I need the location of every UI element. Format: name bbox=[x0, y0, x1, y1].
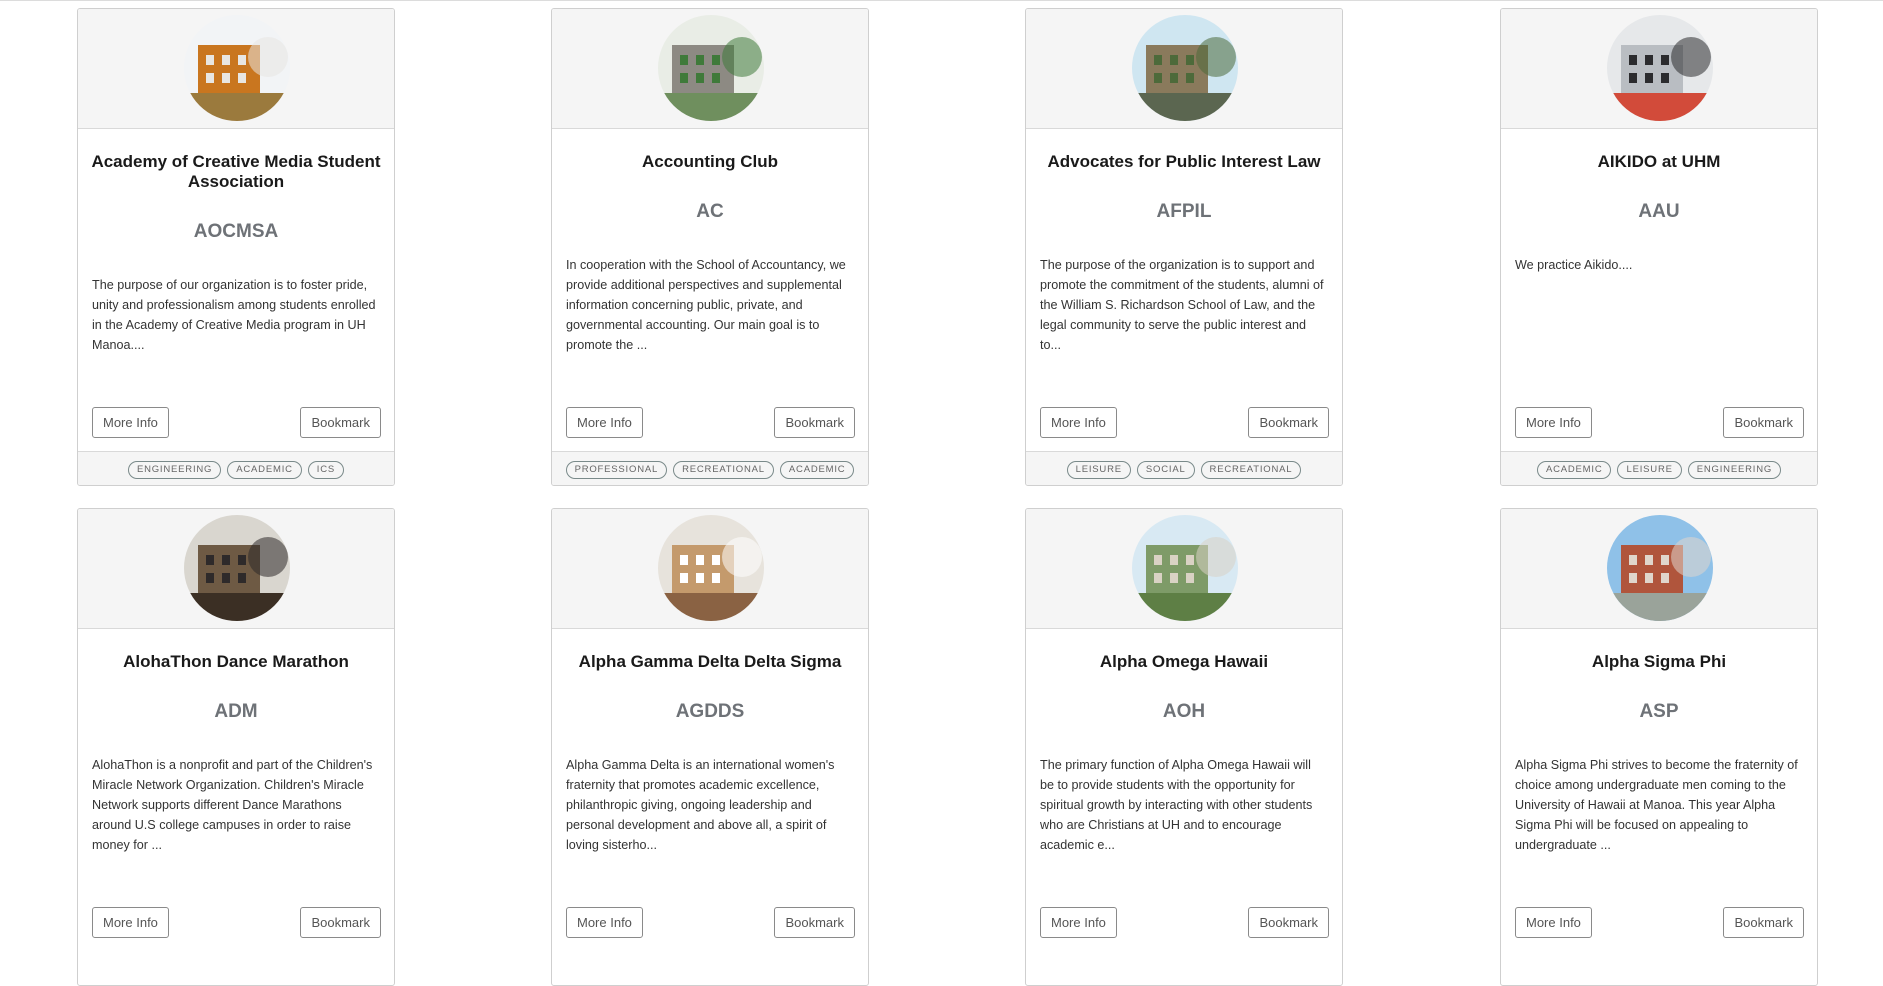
club-title: AlohaThon Dance Marathon bbox=[123, 652, 349, 671]
club-card: Alpha Omega Hawaii AOH The primary funct… bbox=[1025, 508, 1343, 986]
top-divider bbox=[0, 0, 1883, 1]
club-description: Alpha Gamma Delta is an international wo… bbox=[566, 758, 835, 852]
bookmark-button[interactable]: Bookmark bbox=[774, 907, 855, 938]
category-tag[interactable]: PROFESSIONAL bbox=[565, 460, 668, 479]
card-header bbox=[552, 9, 868, 129]
more-info-button[interactable]: More Info bbox=[1040, 407, 1117, 438]
category-tag[interactable]: RECREATIONAL bbox=[673, 460, 774, 479]
bookmark-button[interactable]: Bookmark bbox=[774, 407, 855, 438]
category-tag[interactable]: SOCIAL bbox=[1136, 460, 1195, 479]
club-description: The purpose of our organization is to fo… bbox=[92, 278, 376, 352]
club-card: AlohaThon Dance Marathon ADM AlohaThon i… bbox=[77, 508, 395, 986]
category-tag[interactable]: ACADEMIC bbox=[779, 460, 855, 479]
club-image bbox=[1607, 15, 1713, 121]
club-abbreviation: AOH bbox=[1162, 701, 1206, 722]
club-description: The purpose of the organization is to su… bbox=[1040, 258, 1324, 352]
club-title: Alpha Omega Hawaii bbox=[1099, 652, 1269, 671]
bookmark-button[interactable]: Bookmark bbox=[300, 407, 381, 438]
club-title: Alpha Gamma Delta Delta Sigma bbox=[578, 652, 842, 671]
bookmark-button[interactable]: Bookmark bbox=[1723, 407, 1804, 438]
club-card: AIKIDO at UHM AAU We practice Aikido....… bbox=[1500, 8, 1818, 486]
club-abbreviation: AAU bbox=[1638, 201, 1680, 222]
more-info-button[interactable]: More Info bbox=[566, 907, 643, 938]
tag-list: LEISURE SOCIAL RECREATIONAL bbox=[1026, 451, 1342, 485]
club-image bbox=[1132, 515, 1238, 621]
more-info-button[interactable]: More Info bbox=[566, 407, 643, 438]
club-abbreviation: AFPIL bbox=[1156, 201, 1212, 222]
club-image bbox=[1132, 15, 1238, 121]
more-info-button[interactable]: More Info bbox=[92, 407, 169, 438]
club-abbreviation: ADM bbox=[214, 701, 258, 722]
bookmark-button[interactable]: Bookmark bbox=[300, 907, 381, 938]
club-card: Alpha Sigma Phi ASP Alpha Sigma Phi stri… bbox=[1500, 508, 1818, 986]
card-header bbox=[1501, 509, 1817, 629]
club-description: Alpha Sigma Phi strives to become the fr… bbox=[1515, 758, 1798, 852]
card-header bbox=[1026, 9, 1342, 129]
club-description: AlohaThon is a nonprofit and part of the… bbox=[92, 758, 373, 852]
club-title: Advocates for Public Interest Law bbox=[1047, 152, 1321, 171]
card-header bbox=[552, 509, 868, 629]
category-tag[interactable]: RECREATIONAL bbox=[1200, 460, 1302, 479]
card-header bbox=[1026, 509, 1342, 629]
card-header bbox=[78, 509, 394, 629]
bookmark-button[interactable]: Bookmark bbox=[1248, 907, 1329, 938]
club-card: Alpha Gamma Delta Delta Sigma AGDDS Alph… bbox=[551, 508, 869, 986]
tag-list: ACADEMIC LEISURE ENGINEERING bbox=[1501, 451, 1817, 485]
category-tag[interactable]: ACADEMIC bbox=[227, 460, 302, 479]
category-tag[interactable]: LEISURE bbox=[1066, 460, 1131, 479]
category-tag[interactable]: LEISURE bbox=[1617, 460, 1682, 479]
card-header bbox=[1501, 9, 1817, 129]
club-image bbox=[1607, 515, 1713, 621]
category-tag[interactable]: ENGINEERING bbox=[127, 460, 222, 479]
tag-list: PROFESSIONAL RECREATIONAL ACADEMIC bbox=[552, 451, 868, 485]
category-tag[interactable]: ENGINEERING bbox=[1687, 460, 1782, 479]
club-title: Alpha Sigma Phi bbox=[1591, 652, 1727, 671]
club-description: The primary function of Alpha Omega Hawa… bbox=[1040, 758, 1313, 852]
more-info-button[interactable]: More Info bbox=[1515, 907, 1592, 938]
club-card: Accounting Club AC In cooperation with t… bbox=[551, 8, 869, 486]
more-info-button[interactable]: More Info bbox=[92, 907, 169, 938]
club-abbreviation: AGDDS bbox=[675, 701, 745, 722]
club-abbreviation: AC bbox=[696, 201, 724, 222]
club-title: Academy of Creative Media Student Associ… bbox=[91, 152, 381, 191]
club-image bbox=[658, 515, 764, 621]
category-tag[interactable]: ACADEMIC bbox=[1536, 460, 1612, 479]
club-abbreviation: AOCMSA bbox=[193, 221, 279, 242]
club-image bbox=[658, 15, 764, 121]
club-card: Academy of Creative Media Student Associ… bbox=[77, 8, 395, 486]
club-image bbox=[184, 15, 290, 121]
club-card: Advocates for Public Interest Law AFPIL … bbox=[1025, 8, 1343, 486]
more-info-button[interactable]: More Info bbox=[1515, 407, 1592, 438]
club-title: Accounting Club bbox=[642, 152, 778, 171]
category-tag[interactable]: ICS bbox=[307, 460, 345, 479]
tag-list: ENGINEERING ACADEMIC ICS bbox=[78, 451, 394, 485]
more-info-button[interactable]: More Info bbox=[1040, 907, 1117, 938]
club-abbreviation: ASP bbox=[1639, 701, 1679, 722]
bookmark-button[interactable]: Bookmark bbox=[1248, 407, 1329, 438]
club-description: We practice Aikido.... bbox=[1515, 258, 1633, 272]
club-description: In cooperation with the School of Accoun… bbox=[566, 258, 846, 352]
club-title: AIKIDO at UHM bbox=[1597, 152, 1721, 171]
club-image bbox=[184, 515, 290, 621]
card-header bbox=[78, 9, 394, 129]
bookmark-button[interactable]: Bookmark bbox=[1723, 907, 1804, 938]
